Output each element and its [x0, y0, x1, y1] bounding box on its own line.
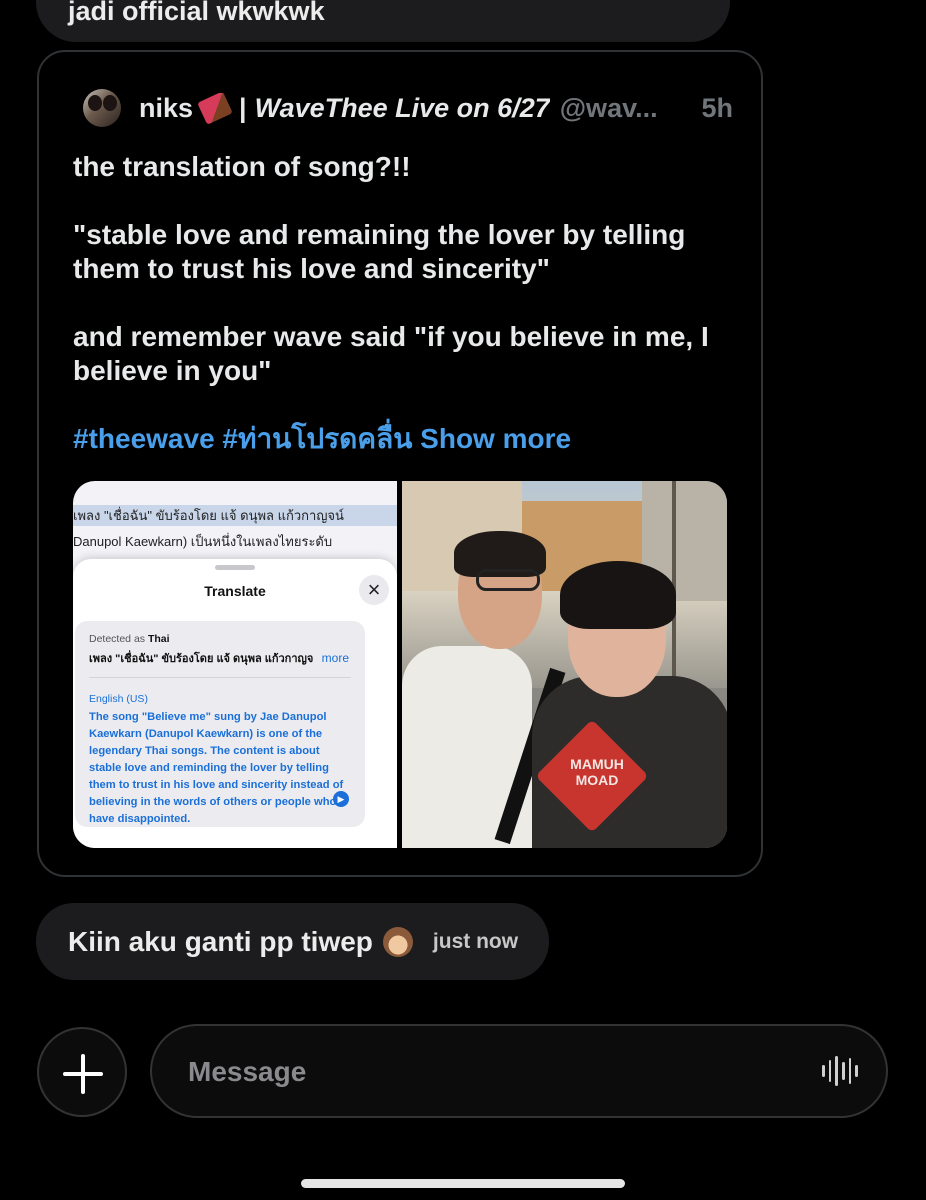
author-avatar[interactable]: [83, 89, 121, 127]
reply-message-text: Kiin aku ganti pp tiwep: [68, 925, 373, 957]
hashtags-row: #theewave #ท่านโปรดคลื่น Show more: [73, 422, 713, 456]
chocolate-bar-icon: [197, 92, 233, 124]
see-no-evil-monkey-icon: [382, 926, 413, 957]
previous-message-text: jadi official wkwkwk: [68, 0, 325, 26]
translation-result: The song "Believe me" sung by Jae Danupo…: [89, 711, 344, 825]
post-time: 5h: [701, 92, 733, 123]
message-composer[interactable]: [150, 1024, 888, 1118]
quoted-post-header: niks | WaveThee Live on 6/27 @wav... 5h: [83, 88, 733, 128]
translation-box: Detected as Thai เพลง "เชื่อฉัน" ขับร้อง…: [75, 621, 365, 827]
detected-language: Detected as Thai: [89, 633, 170, 645]
translate-sheet: Translate × Detected as Thai เพลง "เชื่อ…: [73, 559, 397, 848]
add-attachment-button[interactable]: [37, 1027, 127, 1117]
play-icon: ▶: [333, 791, 349, 807]
glasses: [476, 569, 540, 591]
translate-screenshot-image[interactable]: เพลง "เชื่อฉัน" ขับร้องโดย แจ้ ดนุพล แก้…: [73, 481, 397, 848]
reply-message-bubble[interactable]: Kiin aku ganti pp tiwep just now: [36, 903, 549, 980]
reply-message-time: just now: [432, 929, 519, 953]
author-handle[interactable]: @wav...: [560, 93, 682, 124]
quoted-post-body: the translation of song?!! "stable love …: [73, 150, 713, 490]
doc-line-2: Danupol Kaewkarn) เป็นหนึ่งในเพลงไทยระดั…: [73, 534, 333, 549]
show-more-link[interactable]: Show more: [420, 423, 571, 454]
post-text-line-3: and remember wave said "if you believe i…: [73, 321, 709, 386]
sheet-grabber: [215, 565, 255, 570]
shirt-text: MAMUH MOAD: [570, 756, 624, 788]
hashtags-link[interactable]: #theewave #ท่านโปรดคลื่น: [73, 423, 412, 454]
post-text-line-2: "stable love and remaining the lover by …: [73, 219, 686, 284]
quoted-post-card[interactable]: niks | WaveThee Live on 6/27 @wav... 5h …: [37, 50, 763, 877]
previous-message-bubble[interactable]: jadi official wkwkwk: [36, 0, 730, 42]
street-pole: [672, 481, 676, 681]
detected-language-name: Thai: [147, 633, 170, 645]
selfie-photo-image[interactable]: MAMUH MOAD: [402, 481, 727, 848]
post-media-grid: เพลง "เชื่อฉัน" ขับร้องโดย แจ้ ดนุพล แก้…: [73, 481, 727, 848]
person-2-hair: [560, 561, 676, 629]
close-icon: ×: [359, 575, 389, 605]
translation-divider: [89, 677, 351, 678]
author-name[interactable]: niks | WaveThee Live on 6/27: [139, 92, 550, 124]
detected-prefix: Detected as: [89, 633, 146, 645]
more-label: more: [321, 651, 349, 665]
voice-message-icon[interactable]: [822, 1056, 859, 1086]
post-text-line-1: the translation of song?!!: [73, 151, 411, 182]
target-language: English (US): [89, 693, 148, 705]
source-text: เพลง "เชื่อฉัน" ขับร้องโดย แจ้ ดนุพล แก้…: [89, 653, 314, 665]
home-indicator[interactable]: [301, 1179, 625, 1188]
message-input[interactable]: [186, 1026, 790, 1118]
doc-line-1: เพลง "เชื่อฉัน" ขับร้องโดย แจ้ ดนุพล แก้…: [73, 505, 397, 526]
sheet-title: Translate: [204, 583, 266, 599]
author-suffix: WaveThee Live on 6/27: [254, 92, 550, 123]
author-first-name: niks: [139, 92, 194, 123]
author-separator: |: [239, 92, 247, 123]
